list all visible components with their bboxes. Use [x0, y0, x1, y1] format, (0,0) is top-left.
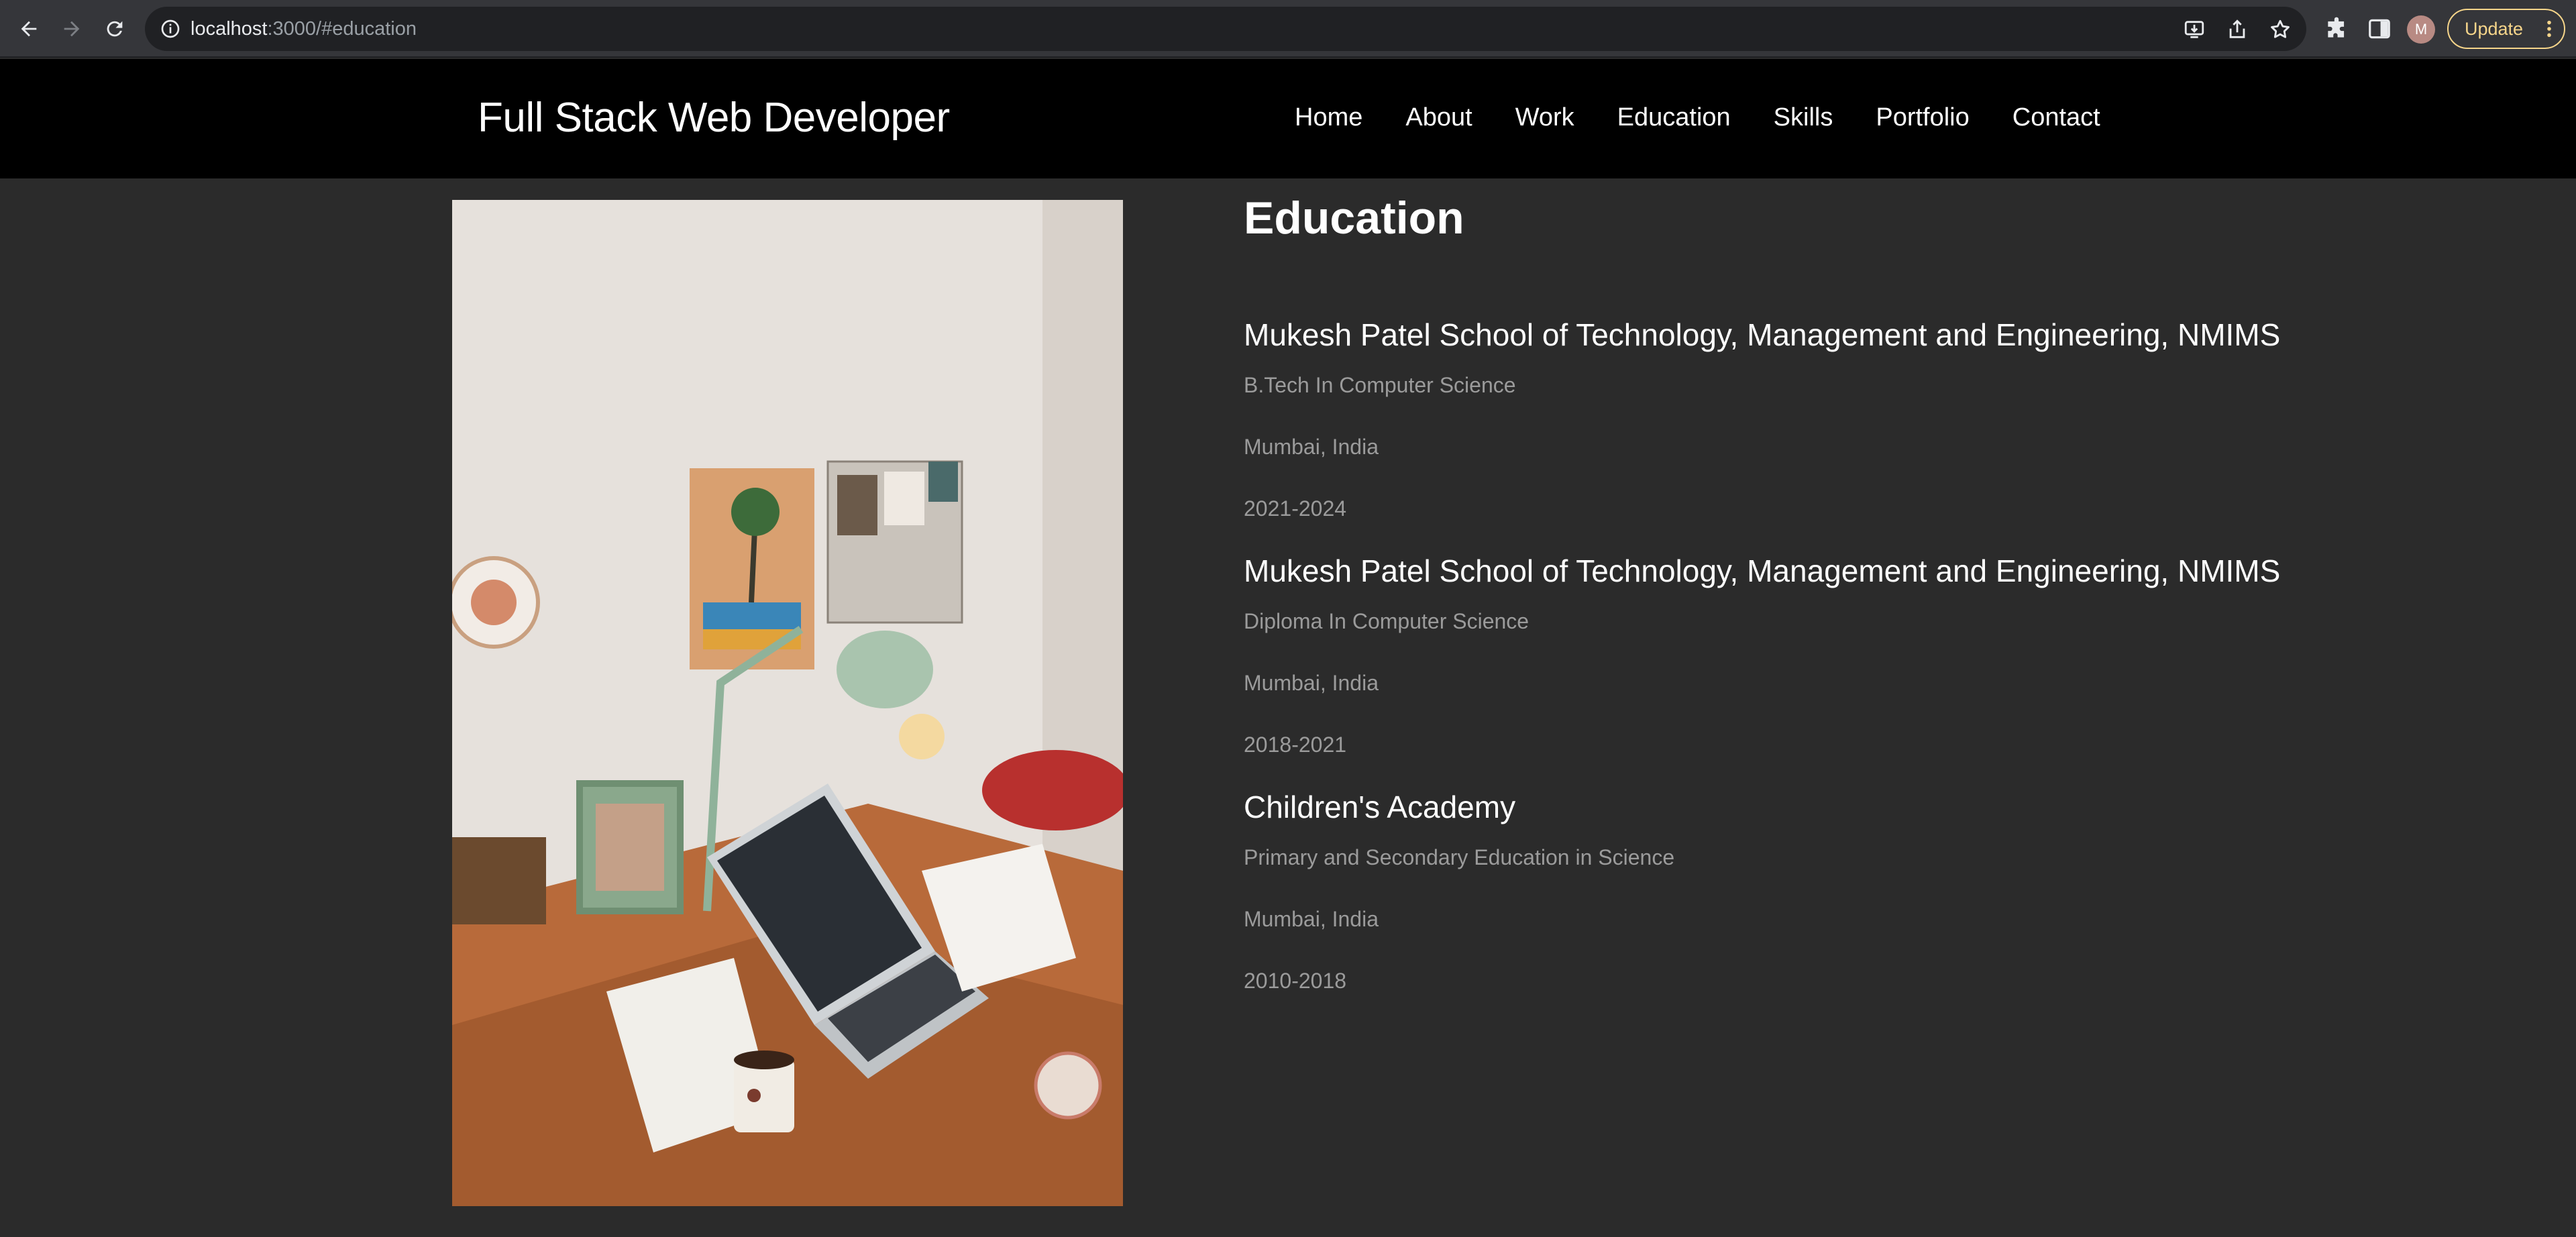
location: Mumbai, India [1244, 671, 1379, 695]
years: 2010-2018 [1244, 969, 1347, 993]
address-bar[interactable]: localhost:3000/#education [145, 7, 2306, 51]
years: 2018-2021 [1244, 733, 1347, 757]
years: 2021-2024 [1244, 496, 1347, 521]
nav-link-work[interactable]: Work [1515, 103, 1574, 132]
site-header: Full Stack Web Developer Home About Work… [0, 59, 2576, 178]
nav-link-portfolio[interactable]: Portfolio [1876, 103, 1969, 132]
share-icon[interactable] [2226, 18, 2249, 41]
site-brand[interactable]: Full Stack Web Developer [478, 94, 950, 142]
url-host: localhost [191, 18, 268, 40]
education-entry: Mukesh Patel School of Technology, Manag… [1244, 553, 2281, 757]
install-app-icon[interactable] [2183, 18, 2206, 41]
nav-link-home[interactable]: Home [1295, 103, 1362, 132]
update-label: Update [2465, 19, 2524, 39]
education-entry: Mukesh Patel School of Technology, Manag… [1244, 317, 2281, 521]
education-heading: Education [1244, 193, 1464, 244]
school-name: Mukesh Patel School of Technology, Manag… [1244, 553, 2281, 588]
degree: B.Tech In Computer Science [1244, 373, 1516, 397]
back-arrow-icon [21, 21, 37, 37]
forward-arrow-icon [64, 21, 80, 37]
forward-button[interactable] [55, 12, 89, 46]
location: Mumbai, India [1244, 907, 1379, 931]
url-text[interactable]: localhost:3000/#education [191, 7, 417, 51]
nav-link-education[interactable]: Education [1617, 103, 1731, 132]
extensions-puzzle-icon[interactable] [2324, 16, 2349, 42]
site-info-icon[interactable] [160, 18, 181, 40]
back-button[interactable] [12, 12, 46, 46]
profile-avatar[interactable]: M [2407, 15, 2435, 44]
nav-link-skills[interactable]: Skills [1774, 103, 1833, 132]
side-panel-icon[interactable] [2367, 16, 2392, 42]
nav-link-about[interactable]: About [1405, 103, 1472, 132]
nav-link-contact[interactable]: Contact [2012, 103, 2100, 132]
reload-button[interactable] [98, 12, 131, 46]
main-nav: Home About Work Education Skills Portfol… [1295, 103, 2100, 132]
school-name: Mukesh Patel School of Technology, Manag… [1244, 317, 2281, 352]
reload-icon [107, 21, 123, 37]
more-menu-icon [2547, 20, 2551, 38]
school-name: Children's Academy [1244, 790, 1516, 824]
education-entry: Children's Academy Primary and Secondary… [1244, 789, 1674, 993]
degree: Diploma In Computer Science [1244, 609, 1529, 633]
desk-photo [452, 200, 1123, 1206]
desk-illustration [452, 200, 1123, 1206]
degree: Primary and Secondary Education in Scien… [1244, 845, 1675, 869]
update-button[interactable]: Update [2447, 9, 2565, 49]
location: Mumbai, India [1244, 435, 1379, 459]
browser-toolbar: localhost:3000/#education M Update [0, 0, 2576, 58]
url-path: :3000/#education [267, 18, 417, 40]
bookmark-star-icon[interactable] [2269, 18, 2292, 41]
